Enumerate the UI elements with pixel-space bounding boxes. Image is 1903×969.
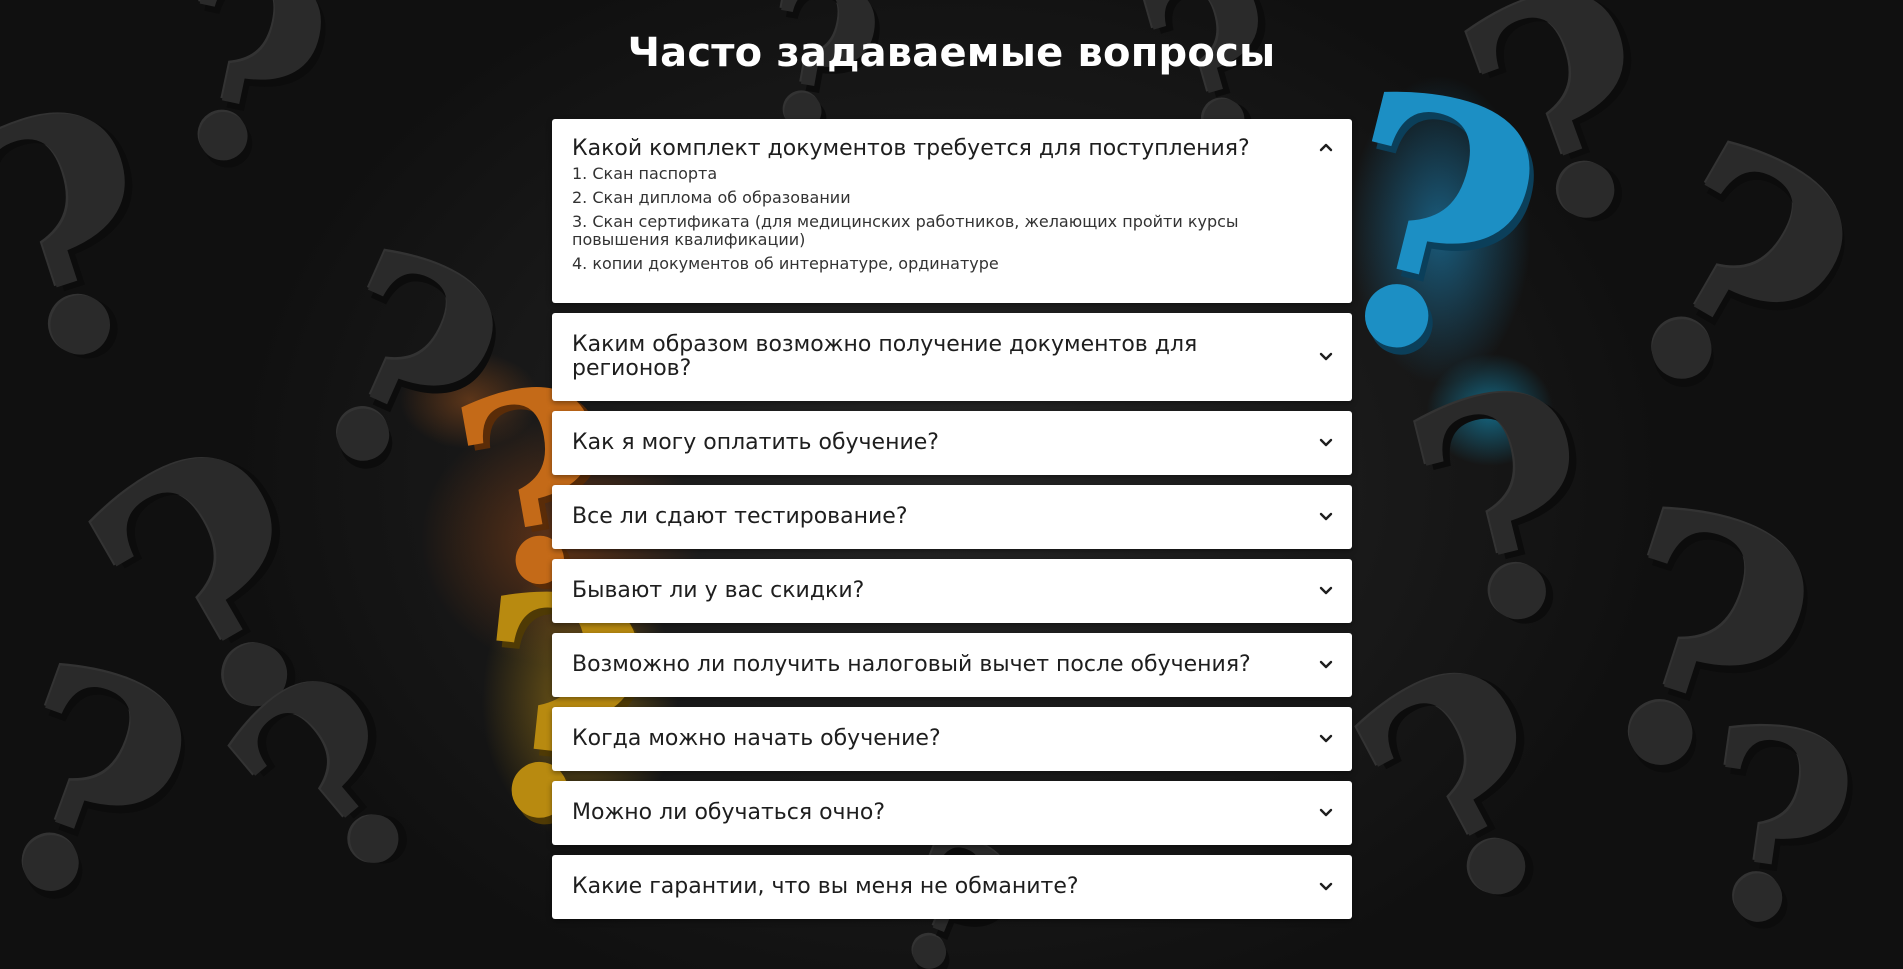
faq-question: Можно ли обучаться очно? (572, 800, 886, 825)
answer-line: 4. копии документов об интернатуре, орди… (572, 254, 999, 273)
chevron-down-icon[interactable] (1318, 731, 1334, 747)
faq-question: Какие гарантии, что вы меня не обманите? (572, 874, 1079, 899)
chevron-down-icon[interactable] (1318, 509, 1334, 525)
faq-item: Все ли сдают тестирование? (552, 485, 1352, 549)
answer-line: 2. Скан диплома об образовании (572, 188, 851, 207)
faq-question-header[interactable]: Как я могу оплатить обучение? (552, 411, 1352, 475)
faq-page: ? ? ? ? ? ? ? ? ? ? ? ? ? ? ? ? ? ? Част… (0, 0, 1903, 969)
chevron-down-icon[interactable] (1318, 657, 1334, 673)
faq-question-header[interactable]: Какие гарантии, что вы меня не обманите? (552, 855, 1352, 919)
faq-question: Все ли сдают тестирование? (572, 504, 908, 529)
faq-accordion: Какой комплект документов требуется для … (552, 119, 1352, 929)
faq-question: Возможно ли получить налоговый вычет пос… (572, 652, 1251, 677)
faq-answer: 1. Скан паспорта 2. Скан диплома об обра… (552, 163, 1352, 303)
faq-question-header[interactable]: Бывают ли у вас скидки? (552, 559, 1352, 623)
faq-question-header[interactable]: Какой комплект документов требуется для … (552, 119, 1352, 163)
answer-line: 1. Скан паспорта (572, 164, 718, 183)
background-question-mark: ? (179, 613, 493, 946)
faq-item: Возможно ли получить налоговый вычет пос… (552, 633, 1352, 697)
answer-line: 3. Скан сертификата (для медицинских раб… (572, 212, 1239, 249)
faq-question: Бывают ли у вас скидки? (572, 578, 865, 603)
faq-item: Какие гарантии, что вы меня не обманите? (552, 855, 1352, 919)
faq-question-header[interactable]: Все ли сдают тестирование? (552, 485, 1352, 549)
faq-question-header[interactable]: Когда можно начать обучение? (552, 707, 1352, 771)
faq-question: Какой комплект документов требуется для … (572, 136, 1250, 161)
faq-question-header[interactable]: Возможно ли получить налоговый вычет пос… (552, 633, 1352, 697)
faq-item: Можно ли обучаться очно? (552, 781, 1352, 845)
chevron-up-icon[interactable] (1318, 139, 1334, 155)
page-title: Часто задаваемые вопросы (627, 30, 1276, 76)
faq-question: Как я могу оплатить обучение? (572, 430, 939, 455)
faq-item: Как я могу оплатить обучение? (552, 411, 1352, 475)
faq-question-header[interactable]: Можно ли обучаться очно? (552, 781, 1352, 845)
faq-item: Какой комплект документов требуется для … (552, 119, 1352, 303)
chevron-down-icon[interactable] (1318, 805, 1334, 821)
faq-question-header[interactable]: Каким образом возможно получение докумен… (552, 313, 1352, 401)
faq-item: Бывают ли у вас скидки? (552, 559, 1352, 623)
faq-item: Когда можно начать обучение? (552, 707, 1352, 771)
faq-question: Каким образом возможно получение докумен… (572, 332, 1198, 381)
chevron-down-icon[interactable] (1318, 583, 1334, 599)
faq-item: Каким образом возможно получение докумен… (552, 313, 1352, 401)
chevron-down-icon[interactable] (1318, 879, 1334, 895)
chevron-down-icon[interactable] (1318, 349, 1334, 365)
background-question-mark: ? (0, 593, 232, 969)
chevron-down-icon[interactable] (1318, 435, 1334, 451)
faq-question: Когда можно начать обучение? (572, 726, 941, 751)
